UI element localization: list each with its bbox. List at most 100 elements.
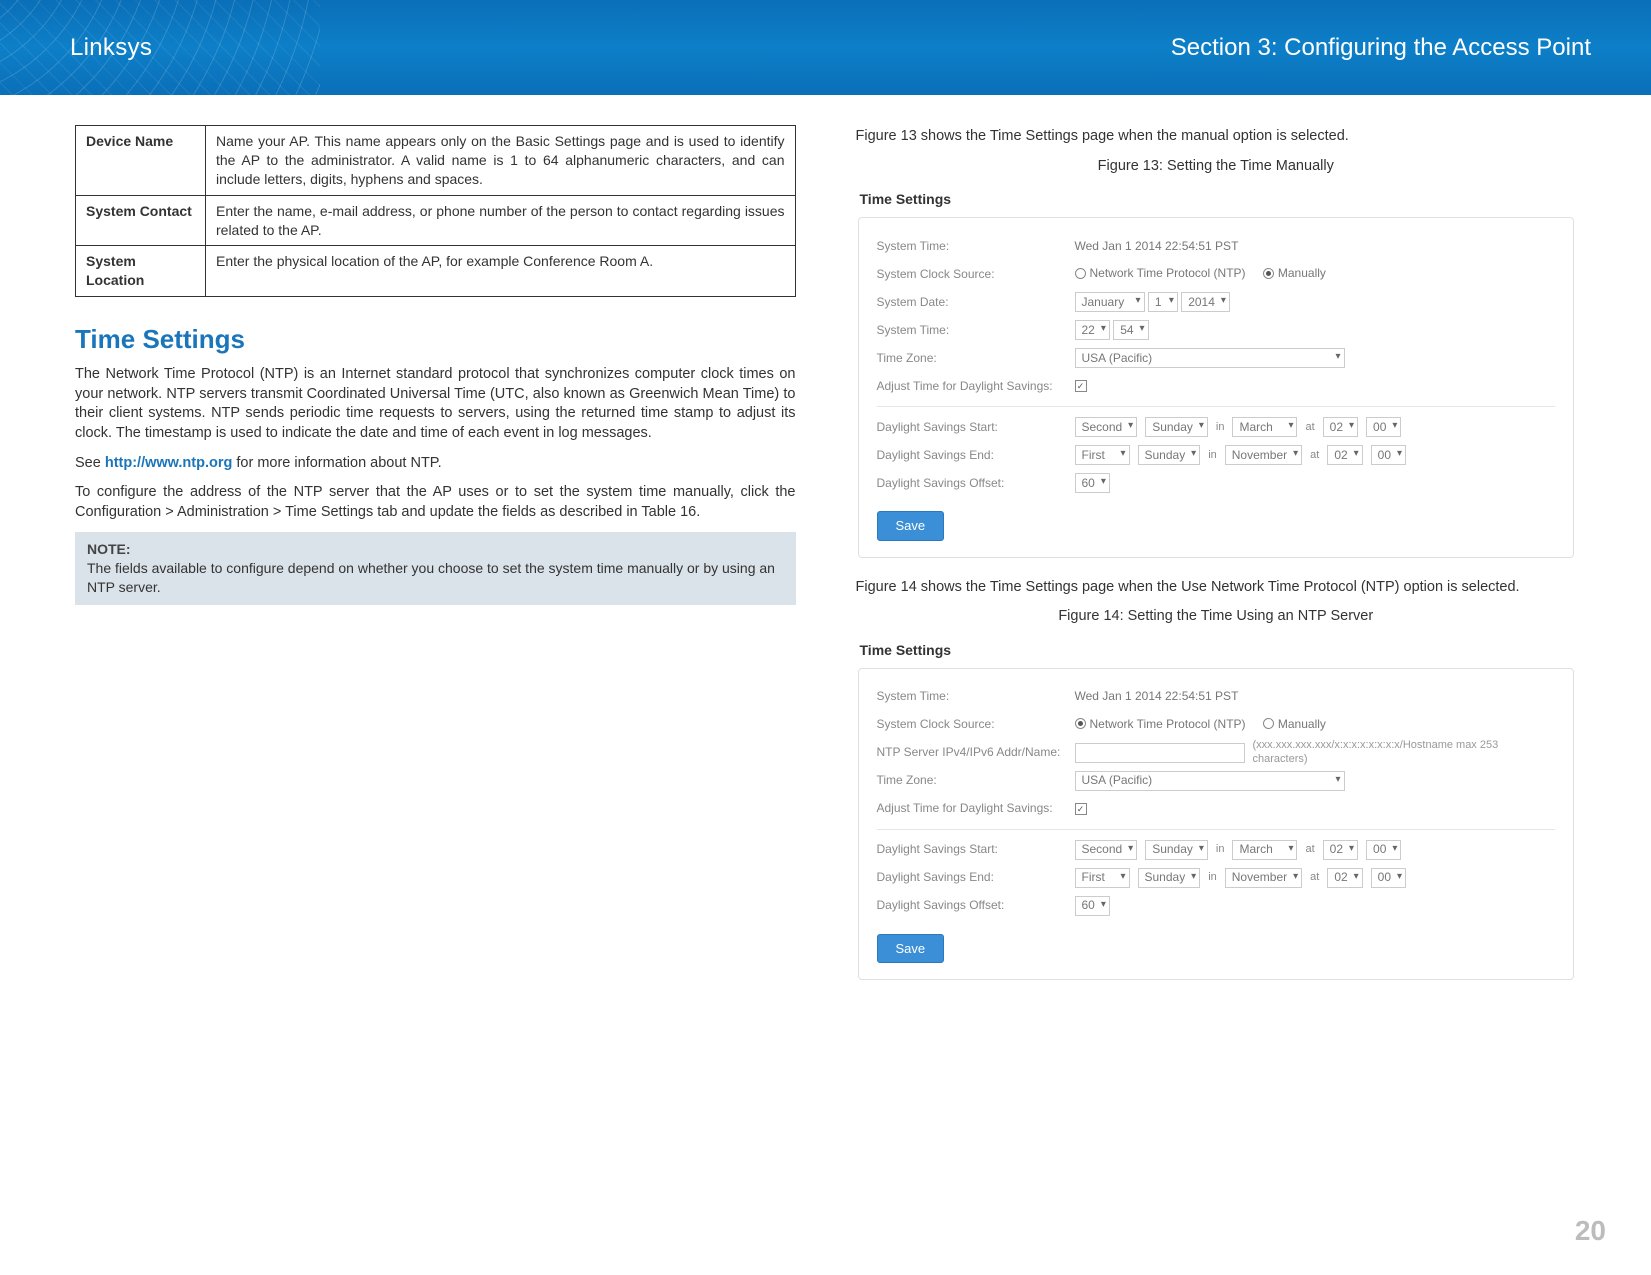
time-settings-heading: Time Settings — [75, 322, 796, 357]
select-start-hour[interactable]: 02 — [1323, 417, 1358, 437]
fig14-screenshot: Time Settings System Time: Wed Jan 1 201… — [856, 633, 1577, 982]
select-end-hour[interactable]: 02 — [1327, 445, 1362, 465]
select-start-dow[interactable]: Sunday — [1145, 417, 1208, 437]
select-start-min[interactable]: 00 — [1366, 840, 1401, 860]
ss-title: Time Settings — [860, 190, 1575, 209]
text-in: in — [1216, 420, 1225, 435]
text-in: in — [1216, 842, 1225, 857]
save-button[interactable]: Save — [877, 934, 945, 964]
label-dst-start: Daylight Savings Start: — [877, 419, 1067, 435]
label-adjust-dst: Adjust Time for Daylight Savings: — [877, 378, 1067, 394]
paragraph: To configure the address of the NTP serv… — [75, 483, 796, 522]
select-start-min[interactable]: 00 — [1366, 417, 1401, 437]
term-system-location: System Location — [76, 246, 206, 297]
text-at: at — [1310, 870, 1319, 885]
checkbox-dst[interactable]: ✓ — [1075, 803, 1087, 815]
select-timezone[interactable]: USA (Pacific) — [1075, 348, 1345, 368]
radio-manually-label: Manually — [1278, 265, 1326, 281]
label-dst-offset: Daylight Savings Offset: — [877, 475, 1067, 491]
label-adjust-dst: Adjust Time for Daylight Savings: — [877, 800, 1067, 816]
select-end-dow[interactable]: Sunday — [1138, 868, 1201, 888]
text-at: at — [1305, 842, 1314, 857]
radio-ntp[interactable]: Network Time Protocol (NTP) — [1075, 716, 1246, 732]
text-in: in — [1208, 870, 1217, 885]
section-title: Section 3: Configuring the Access Point — [1171, 34, 1591, 62]
select-end-month[interactable]: November — [1225, 445, 1302, 465]
definitions-table: Device Name Name your AP. This name appe… — [75, 125, 796, 297]
note-label: NOTE: — [87, 540, 784, 559]
desc-system-location: Enter the physical location of the AP, f… — [206, 246, 796, 297]
select-end-min[interactable]: 00 — [1371, 445, 1406, 465]
ss-title: Time Settings — [860, 641, 1575, 660]
table-row: System Location Enter the physical locat… — [76, 246, 796, 297]
label-clock-source: System Clock Source: — [877, 716, 1067, 732]
text-at: at — [1305, 420, 1314, 435]
page-header: Linksys Section 3: Configuring the Acces… — [0, 0, 1651, 95]
radio-manually-label: Manually — [1278, 716, 1326, 732]
paragraph: The Network Time Protocol (NTP) is an In… — [75, 365, 796, 443]
term-device-name: Device Name — [76, 126, 206, 196]
fig13-caption: Figure 13: Setting the Time Manually — [856, 157, 1577, 177]
left-column: Device Name Name your AP. This name appe… — [75, 125, 796, 1265]
label-system-date: System Date: — [877, 294, 1067, 310]
label-clock-source: System Clock Source: — [877, 266, 1067, 282]
select-year[interactable]: 2014 — [1181, 292, 1230, 312]
select-end-week[interactable]: First — [1075, 868, 1130, 888]
select-end-dow[interactable]: Sunday — [1138, 445, 1201, 465]
term-system-contact: System Contact — [76, 195, 206, 246]
label-dst-end: Daylight Savings End: — [877, 447, 1067, 463]
ntp-hint: (xxx.xxx.xxx.xxx/x:x:x:x:x:x:x:x/Hostnam… — [1253, 739, 1556, 765]
select-end-hour[interactable]: 02 — [1327, 868, 1362, 888]
select-start-dow[interactable]: Sunday — [1145, 840, 1208, 860]
input-ntp-server[interactable] — [1075, 743, 1245, 763]
label-system-time2: System Time: — [877, 322, 1067, 338]
text-in: in — [1208, 448, 1217, 463]
table-row: Device Name Name your AP. This name appe… — [76, 126, 796, 196]
select-hour[interactable]: 22 — [1075, 320, 1110, 340]
select-offset[interactable]: 60 — [1075, 896, 1110, 916]
select-start-hour[interactable]: 02 — [1323, 840, 1358, 860]
label-system-time: System Time: — [877, 238, 1067, 254]
desc-system-contact: Enter the name, e-mail address, or phone… — [206, 195, 796, 246]
text-at: at — [1310, 448, 1319, 463]
select-start-month[interactable]: March — [1232, 417, 1297, 437]
label-dst-end: Daylight Savings End: — [877, 869, 1067, 885]
checkbox-dst[interactable]: ✓ — [1075, 380, 1087, 392]
select-start-week[interactable]: Second — [1075, 417, 1138, 437]
select-offset[interactable]: 60 — [1075, 473, 1110, 493]
paragraph: See http://www.ntp.org for more informat… — [75, 454, 796, 474]
note-box: NOTE: The fields available to configure … — [75, 532, 796, 605]
brand: Linksys — [70, 34, 152, 62]
fig13-intro: Figure 13 shows the Time Settings page w… — [856, 127, 1577, 147]
label-ntp-server: NTP Server IPv4/IPv6 Addr/Name: — [877, 744, 1067, 760]
select-month[interactable]: January — [1075, 292, 1145, 312]
radio-manually[interactable]: Manually — [1263, 716, 1326, 732]
desc-device-name: Name your AP. This name appears only on … — [206, 126, 796, 196]
radio-ntp-label: Network Time Protocol (NTP) — [1090, 716, 1246, 732]
select-end-min[interactable]: 00 — [1371, 868, 1406, 888]
fig13-screenshot: Time Settings System Time: Wed Jan 1 201… — [856, 182, 1577, 559]
select-start-week[interactable]: Second — [1075, 840, 1138, 860]
ntp-link[interactable]: http://www.ntp.org — [105, 455, 233, 471]
select-end-week[interactable]: First — [1075, 445, 1130, 465]
label-system-time: System Time: — [877, 688, 1067, 704]
select-end-month[interactable]: November — [1225, 868, 1302, 888]
select-timezone[interactable]: USA (Pacific) — [1075, 771, 1345, 791]
value-system-time: Wed Jan 1 2014 22:54:51 PST — [1075, 238, 1239, 254]
value-system-time: Wed Jan 1 2014 22:54:51 PST — [1075, 688, 1239, 704]
save-button[interactable]: Save — [877, 511, 945, 541]
fig14-caption: Figure 14: Setting the Time Using an NTP… — [856, 607, 1577, 627]
table-row: System Contact Enter the name, e-mail ad… — [76, 195, 796, 246]
page-number: 20 — [1575, 1215, 1606, 1247]
radio-manually[interactable]: Manually — [1263, 265, 1326, 281]
select-day[interactable]: 1 — [1148, 292, 1178, 312]
right-column: Figure 13 shows the Time Settings page w… — [856, 125, 1577, 1265]
select-start-month[interactable]: March — [1232, 840, 1297, 860]
text: for more information about NTP. — [232, 455, 441, 471]
label-dst-offset: Daylight Savings Offset: — [877, 897, 1067, 913]
label-timezone: Time Zone: — [877, 772, 1067, 788]
radio-ntp-label: Network Time Protocol (NTP) — [1090, 265, 1246, 281]
radio-ntp[interactable]: Network Time Protocol (NTP) — [1075, 265, 1246, 281]
select-minute[interactable]: 54 — [1113, 320, 1148, 340]
label-timezone: Time Zone: — [877, 350, 1067, 366]
